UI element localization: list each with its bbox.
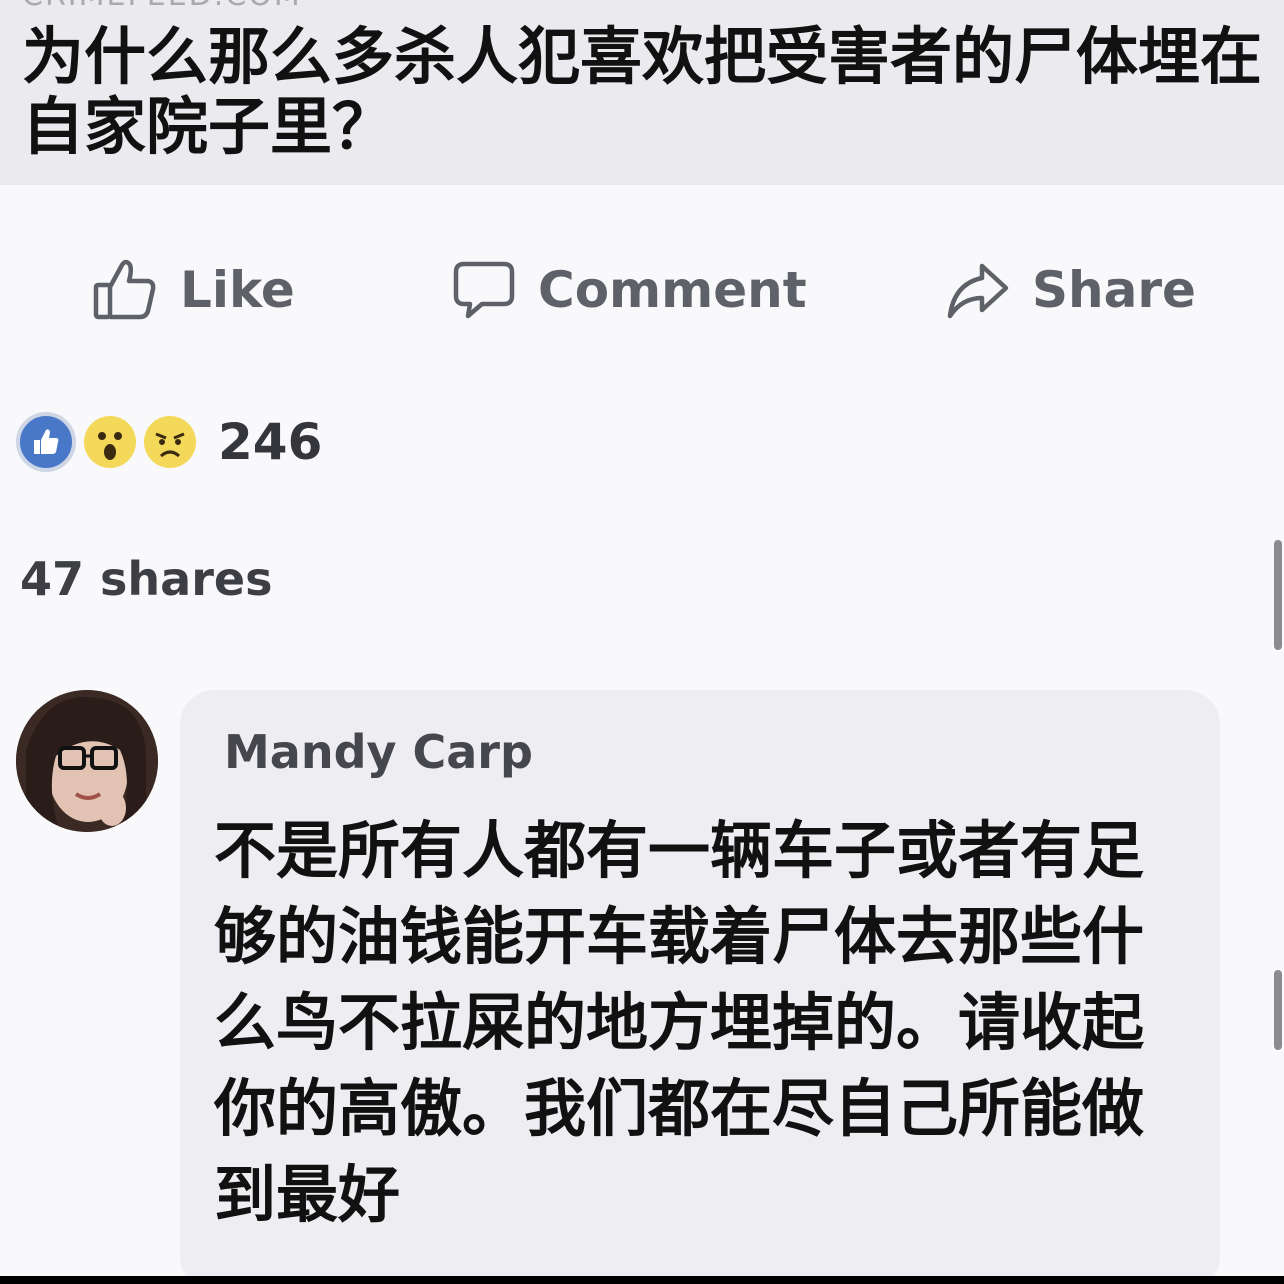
sad-reaction-icon (144, 416, 196, 468)
comment-label: Comment (538, 261, 807, 319)
comment-button[interactable]: Comment (452, 230, 807, 350)
wow-reaction-icon (84, 416, 136, 468)
reactions-summary[interactable]: 246 (16, 410, 322, 474)
link-title[interactable]: 为什么那么多杀人犯喜欢把受害者的尸体埋在自家院子里？ (22, 22, 1272, 162)
share-label: Share (1032, 261, 1196, 319)
scrollbar-thumb-lower[interactable] (1274, 970, 1282, 1050)
like-reaction-icon (16, 412, 76, 472)
avatar[interactable] (16, 690, 158, 832)
share-arrow-icon (946, 258, 1010, 322)
thumbs-up-icon (92, 257, 158, 323)
comment-author-name[interactable]: Mandy Carp (224, 725, 533, 779)
link-domain: CRIMEFEED.COM (22, 0, 302, 13)
like-label: Like (180, 261, 295, 319)
shares-count[interactable]: 47 shares (20, 552, 272, 606)
comment-text: 不是所有人都有一辆车子或者有足够的油钱能开车载着尸体去那些什么鸟不拉屎的地方埋掉… (214, 814, 1145, 1231)
bottom-edge (0, 1276, 1284, 1284)
scrollbar-thumb-upper[interactable] (1274, 540, 1282, 650)
like-button[interactable]: Like (92, 230, 295, 350)
reaction-count: 246 (218, 413, 323, 471)
link-preview-card[interactable]: CRIMEFEED.COM 为什么那么多杀人犯喜欢把受害者的尸体埋在自家院子里？ (0, 0, 1284, 185)
post-screen: CRIMEFEED.COM 为什么那么多杀人犯喜欢把受害者的尸体埋在自家院子里？… (0, 0, 1284, 1284)
share-button[interactable]: Share (946, 230, 1196, 350)
post-actions-bar: Like Comment Share (0, 230, 1284, 350)
speech-bubble-icon (452, 258, 516, 322)
